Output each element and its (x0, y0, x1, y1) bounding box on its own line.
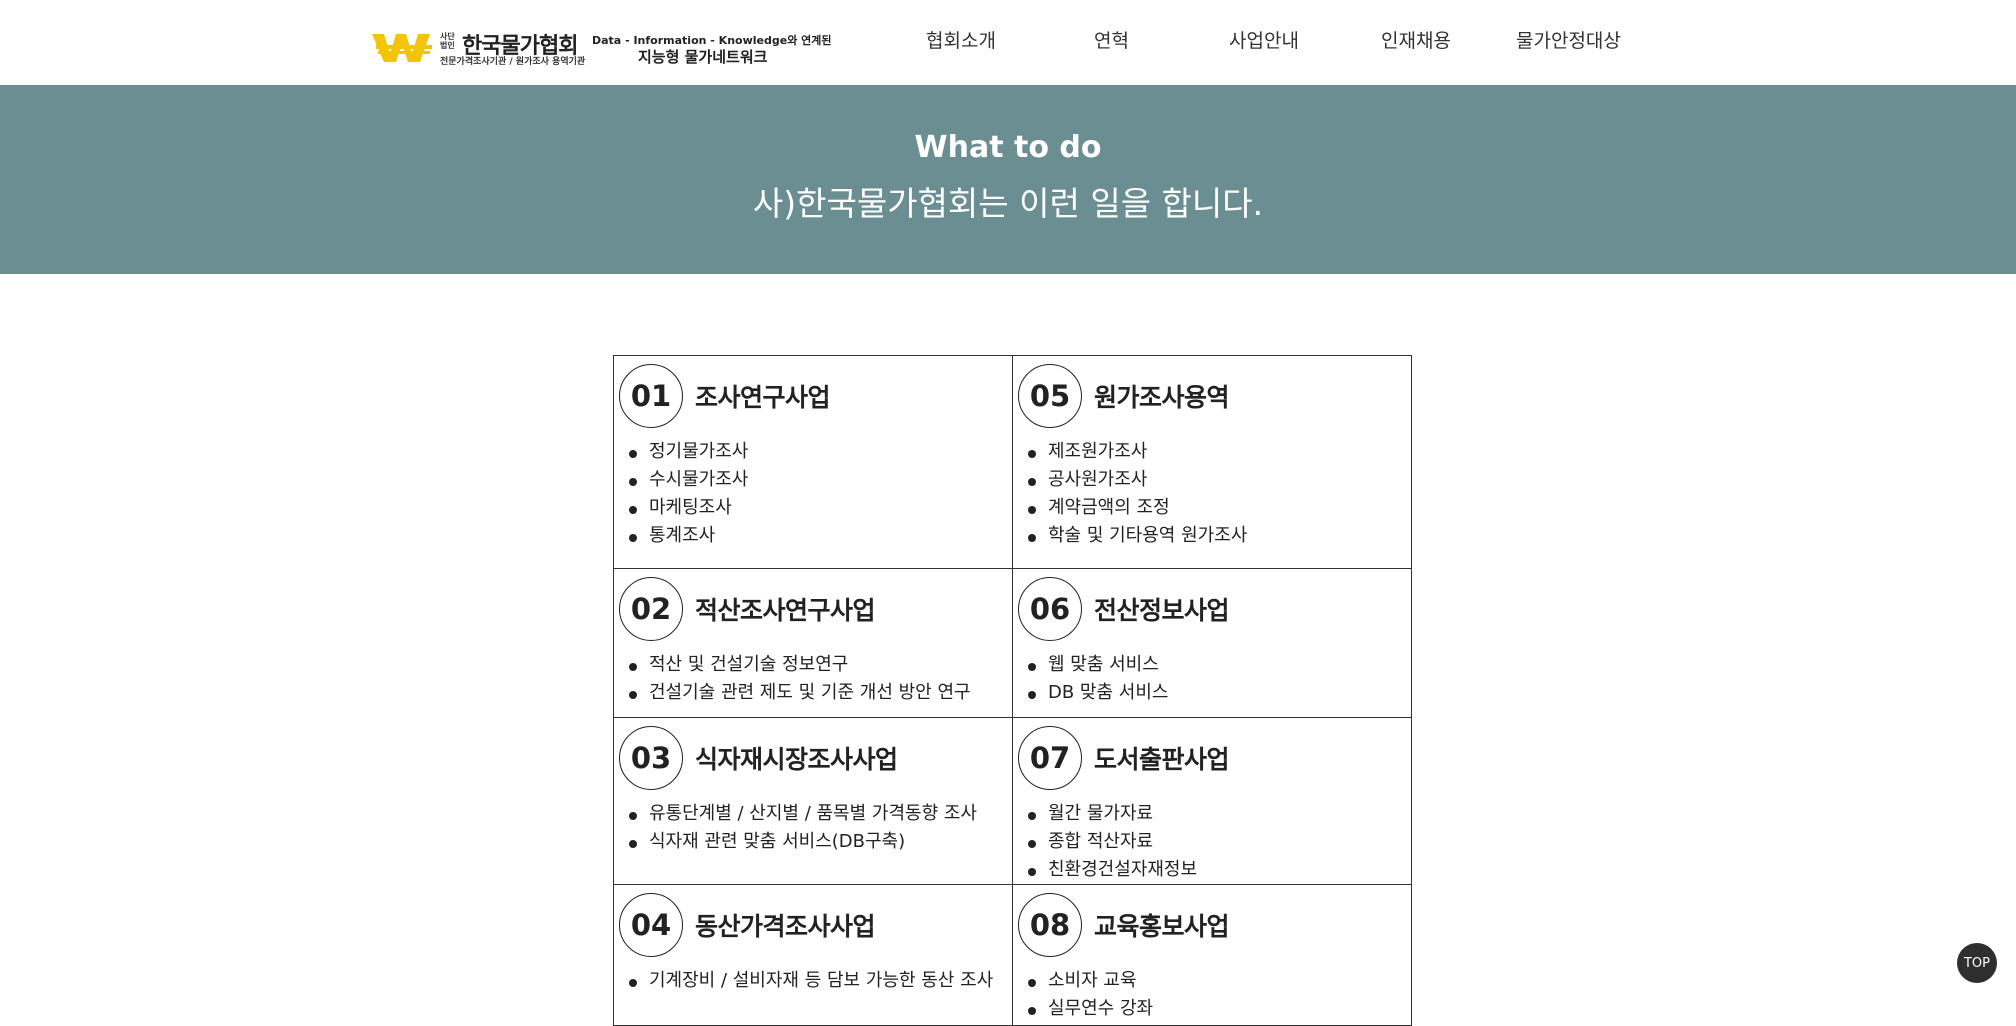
nav-item-recruit[interactable]: 인재채용 (1381, 26, 1451, 53)
service-items: 소비자 교육 실무연수 강좌 (1018, 967, 1405, 1023)
services-grid: 01 조사연구사업 정기물가조사 수시물가조사 마케팅조사 통계조사 05 원가… (613, 355, 1412, 1026)
site-header: 사단법인 한국물가협회 전문가격조사기관 / 원가조사 용역기관 Data - … (0, 0, 2016, 85)
list-item: 공사원가조사 (1028, 466, 1405, 494)
service-number: 02 (619, 577, 683, 641)
services-row: 02 적산조사연구사업 적산 및 건설기술 정보연구 건설기술 관련 제도 및 … (614, 569, 1412, 718)
service-items: 유통단계별 / 산지별 / 품목별 가격동향 조사 식자재 관련 맞춤 서비스(… (619, 800, 1006, 856)
service-title: 적산조사연구사업 (695, 596, 876, 625)
logo-subtitle: 전문가격조사기관 / 원가조사 용역기관 (440, 57, 586, 67)
service-number: 05 (1018, 364, 1082, 428)
service-card-03: 03 식자재시장조사사업 유통단계별 / 산지별 / 품목별 가격동향 조사 식… (614, 718, 1013, 884)
list-item: 월간 물가자료 (1028, 800, 1405, 828)
list-item: 종합 적산자료 (1028, 828, 1405, 856)
service-number: 07 (1018, 726, 1082, 790)
service-number: 03 (619, 726, 683, 790)
nav-item-business[interactable]: 사업안내 (1229, 26, 1299, 53)
service-card-08: 08 교육홍보사업 소비자 교육 실무연수 강좌 (1013, 885, 1412, 1025)
service-card-02: 02 적산조사연구사업 적산 및 건설기술 정보연구 건설기술 관련 제도 및 … (614, 569, 1013, 717)
service-title: 전산정보사업 (1094, 596, 1230, 625)
logo-tagline-2: 지능형 물가네트워크 (638, 48, 768, 66)
service-title: 원가조사용역 (1094, 383, 1230, 412)
list-item: 친환경건설자재정보 (1028, 856, 1405, 884)
service-number: 08 (1018, 893, 1082, 957)
service-card-06: 06 전산정보사업 웹 맞춤 서비스 DB 맞춤 서비스 (1013, 569, 1412, 717)
service-number: 04 (619, 893, 683, 957)
banner-title: What to do (914, 130, 1102, 165)
list-item: DB 맞춤 서비스 (1028, 679, 1405, 707)
list-item: 제조원가조사 (1028, 438, 1405, 466)
service-number: 01 (619, 364, 683, 428)
list-item: 식자재 관련 맞춤 서비스(DB구축) (629, 828, 1006, 856)
service-card-05: 05 원가조사용역 제조원가조사 공사원가조사 계약금액의 조정 학술 및 기타… (1013, 356, 1412, 568)
service-items: 제조원가조사 공사원가조사 계약금액의 조정 학술 및 기타용역 원가조사 (1018, 438, 1405, 550)
service-items: 적산 및 건설기술 정보연구 건설기술 관련 제도 및 기준 개선 방안 연구 (619, 651, 1006, 707)
service-number: 06 (1018, 577, 1082, 641)
services-row: 03 식자재시장조사사업 유통단계별 / 산지별 / 품목별 가격동향 조사 식… (614, 718, 1412, 885)
list-item: 정기물가조사 (629, 438, 1006, 466)
list-item: 계약금액의 조정 (1028, 494, 1405, 522)
services-row: 01 조사연구사업 정기물가조사 수시물가조사 마케팅조사 통계조사 05 원가… (614, 356, 1412, 569)
service-title: 동산가격조사사업 (695, 912, 876, 941)
service-title: 식자재시장조사사업 (695, 745, 898, 774)
list-item: 통계조사 (629, 522, 1006, 550)
list-item: 건설기술 관련 제도 및 기준 개선 방안 연구 (629, 679, 1006, 707)
list-item: 기계장비 / 설비자재 등 담보 가능한 동산 조사 (629, 967, 1006, 995)
service-items: 월간 물가자료 종합 적산자료 친환경건설자재정보 (1018, 800, 1405, 884)
list-item: 적산 및 건설기술 정보연구 (629, 651, 1006, 679)
service-title: 도서출판사업 (1094, 745, 1230, 774)
list-item: 학술 및 기타용역 원가조사 (1028, 522, 1405, 550)
list-item: 수시물가조사 (629, 466, 1006, 494)
nav-item-price-award[interactable]: 물가안정대상 (1516, 26, 1621, 53)
service-items: 정기물가조사 수시물가조사 마케팅조사 통계조사 (619, 438, 1006, 550)
services-row: 04 동산가격조사사업 기계장비 / 설비자재 등 담보 가능한 동산 조사 0… (614, 885, 1412, 1026)
service-title: 교육홍보사업 (1094, 912, 1230, 941)
service-items: 기계장비 / 설비자재 등 담보 가능한 동산 조사 (619, 967, 1006, 995)
service-card-01: 01 조사연구사업 정기물가조사 수시물가조사 마케팅조사 통계조사 (614, 356, 1013, 568)
site-logo[interactable]: 사단법인 한국물가협회 전문가격조사기관 / 원가조사 용역기관 Data - … (372, 28, 832, 68)
list-item: 웹 맞춤 서비스 (1028, 651, 1405, 679)
service-items: 웹 맞춤 서비스 DB 맞춤 서비스 (1018, 651, 1405, 707)
nav-item-history[interactable]: 연혁 (1094, 26, 1129, 53)
service-card-07: 07 도서출판사업 월간 물가자료 종합 적산자료 친환경건설자재정보 (1013, 718, 1412, 884)
service-card-04: 04 동산가격조사사업 기계장비 / 설비자재 등 담보 가능한 동산 조사 (614, 885, 1013, 1025)
service-title: 조사연구사업 (695, 383, 831, 412)
hero-banner: What to do 사)한국물가협회는 이런 일을 합니다. (0, 85, 2016, 274)
logo-small-label: 사단법인 (440, 32, 455, 50)
logo-mark-icon (372, 34, 432, 62)
list-item: 실무연수 강좌 (1028, 995, 1405, 1023)
nav-item-about[interactable]: 협회소개 (926, 26, 996, 53)
banner-subtitle: 사)한국물가협회는 이런 일을 합니다. (752, 184, 1264, 223)
scroll-top-button[interactable]: TOP (1957, 943, 1997, 983)
list-item: 마케팅조사 (629, 494, 1006, 522)
list-item: 유통단계별 / 산지별 / 품목별 가격동향 조사 (629, 800, 1006, 828)
list-item: 소비자 교육 (1028, 967, 1405, 995)
